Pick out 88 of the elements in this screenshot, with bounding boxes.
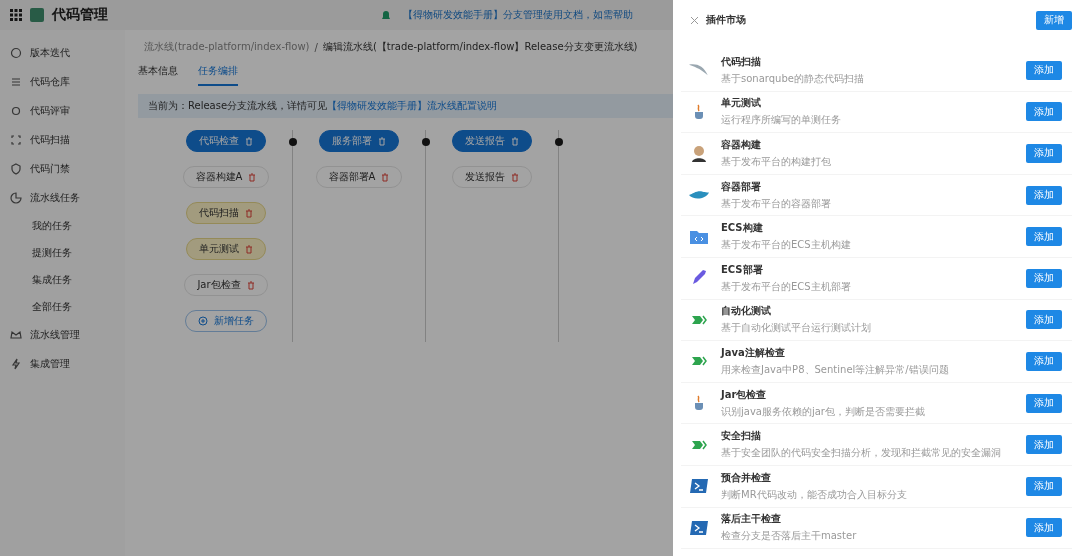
list-icon [10,75,22,88]
shield-icon [10,162,22,175]
plugin-description: 基于发布平台的容器部署 [721,196,832,211]
tab[interactable]: 基本信息 [138,60,178,86]
plugin-name: 容器构建 [721,138,762,152]
task-node[interactable]: 服务部署 [319,130,399,152]
add-button[interactable]: 添加 [1026,435,1062,455]
sidebar-subitem[interactable]: 提测任务 [0,239,125,266]
add-button[interactable]: 添加 [1026,60,1062,80]
task-node[interactable]: 容器构建A [182,166,270,188]
sidebar-item[interactable]: 代码扫描 [0,125,125,154]
sidebar-item[interactable]: 代码仓库 [0,67,125,96]
delete-icon[interactable] [245,244,253,254]
add-task-button[interactable]: 新增任务 [185,310,267,332]
plugin-name: ECS部署 [721,262,764,277]
task-node[interactable]: 代码扫描 [186,202,266,224]
plugin-name: 预合并检查 [721,470,772,485]
grid-icon[interactable] [10,9,22,21]
task-node[interactable]: 发送报告 [452,130,532,152]
add-button[interactable]: 添加 [1026,393,1062,413]
new-button[interactable]: 新增 [1036,10,1072,30]
delete-icon[interactable] [246,280,255,290]
task-node[interactable]: 单元测试 [186,238,266,260]
plugin-description: 基于安全团队的代码安全扫描分析，发现和拦截常见的安全漏洞 [721,446,1002,461]
sidebar-item[interactable]: 流水线管理 [0,320,125,349]
plugin-description: 判断MR代码改动，能否成功合入目标分支 [721,487,908,502]
plus-circle-icon [198,316,208,326]
add-button[interactable]: 添加 [1026,227,1062,247]
add-button[interactable]: 添加 [1026,185,1062,205]
plugin-description: 检查分支是否落后主干master [721,529,858,544]
plugin-name: ECS构建 [721,221,764,236]
plugin-description: 运行程序所编写的单测任务 [721,113,842,128]
bell-icon [381,9,391,21]
add-button[interactable]: 添加 [1026,476,1062,496]
plugin-description: 基于发布平台的ECS主机构建 [721,238,852,253]
breadcrumb-separator: / [314,41,318,53]
avatar-icon [689,143,709,164]
plugin-name: 单元测试 [721,96,762,111]
delete-icon[interactable] [511,172,519,182]
alert-text: 当前为：Release分支流水线，详情可见 [148,99,328,113]
connector-dot [422,138,430,146]
bolt-icon [10,357,22,370]
task-node[interactable]: Jar包检查 [184,274,268,296]
plugin-name: 容器部署 [721,179,762,194]
notice-text: 【得物研发效能手册】分支管理使用文档，如需帮助 [403,8,633,22]
sidebar-item[interactable]: 版本迭代 [0,38,125,67]
task-node[interactable]: 代码检查 [186,130,266,152]
breadcrumb-link[interactable]: 流水线(trade-platform/index-flow) [144,40,310,54]
scan-icon [10,133,22,146]
plugin-description: 识别java服务依赖的jar包，判断是否需要拦截 [721,404,926,419]
sidebar-item[interactable]: 集成管理 [0,349,125,378]
delete-icon[interactable] [381,172,390,182]
add-button[interactable]: 添加 [1026,268,1062,288]
connector-dot [555,138,563,146]
close-icon[interactable] [691,16,698,24]
add-button[interactable]: 添加 [1026,144,1062,163]
app-title: 代码管理 [52,6,108,24]
plugin-description: 用来检查Java中P8、Sentinel等注解异常/错误问题 [721,362,950,377]
sidebar-subitem[interactable]: 全部任务 [0,293,125,320]
sidebar-item[interactable]: 代码门禁 [0,154,125,183]
drawer-title: 插件市场 [706,13,746,27]
task-node[interactable]: 容器部署A [315,166,403,188]
add-button[interactable]: 添加 [1026,518,1062,538]
manual-link[interactable]: 【得物研发效能手册】流水线配置说明 [327,99,498,113]
add-button[interactable]: 添加 [1026,102,1062,122]
plugin-description: 基于sonarqube的静态代码扫描 [721,71,865,86]
add-button[interactable]: 添加 [1026,310,1062,330]
plugin-description: 基于自动化测试平台运行测试计划 [721,321,872,336]
plugin-description: 基于发布平台的ECS主机部署 [721,279,852,294]
add-button[interactable]: 添加 [1026,351,1062,371]
logo-icon [30,8,44,22]
pie-icon [10,191,22,204]
plugin-name: 自动化测试 [721,304,772,319]
sidebar-subitem[interactable]: 我的任务 [0,212,125,239]
delete-icon[interactable] [245,208,253,218]
plugin-name: Jar包检查 [721,387,768,402]
plugin-name: 安全扫描 [721,429,762,444]
plugin-name: 落后主干检查 [721,512,782,527]
sidebar-item[interactable]: 代码评审 [0,96,125,125]
sidebar-item[interactable]: 流水线任务 [0,183,125,212]
tab[interactable]: 任务编排 [198,60,238,86]
plugin-description: 基于发布平台的构建打包 [721,155,832,169]
delete-icon[interactable] [248,172,257,182]
plugin-name: 代码扫描 [721,54,762,69]
sidebar-subitem[interactable]: 集成任务 [0,266,125,293]
task-node[interactable]: 发送报告 [452,166,532,188]
plugin-name: Java注解检查 [721,345,786,360]
connector-dot [289,138,297,146]
